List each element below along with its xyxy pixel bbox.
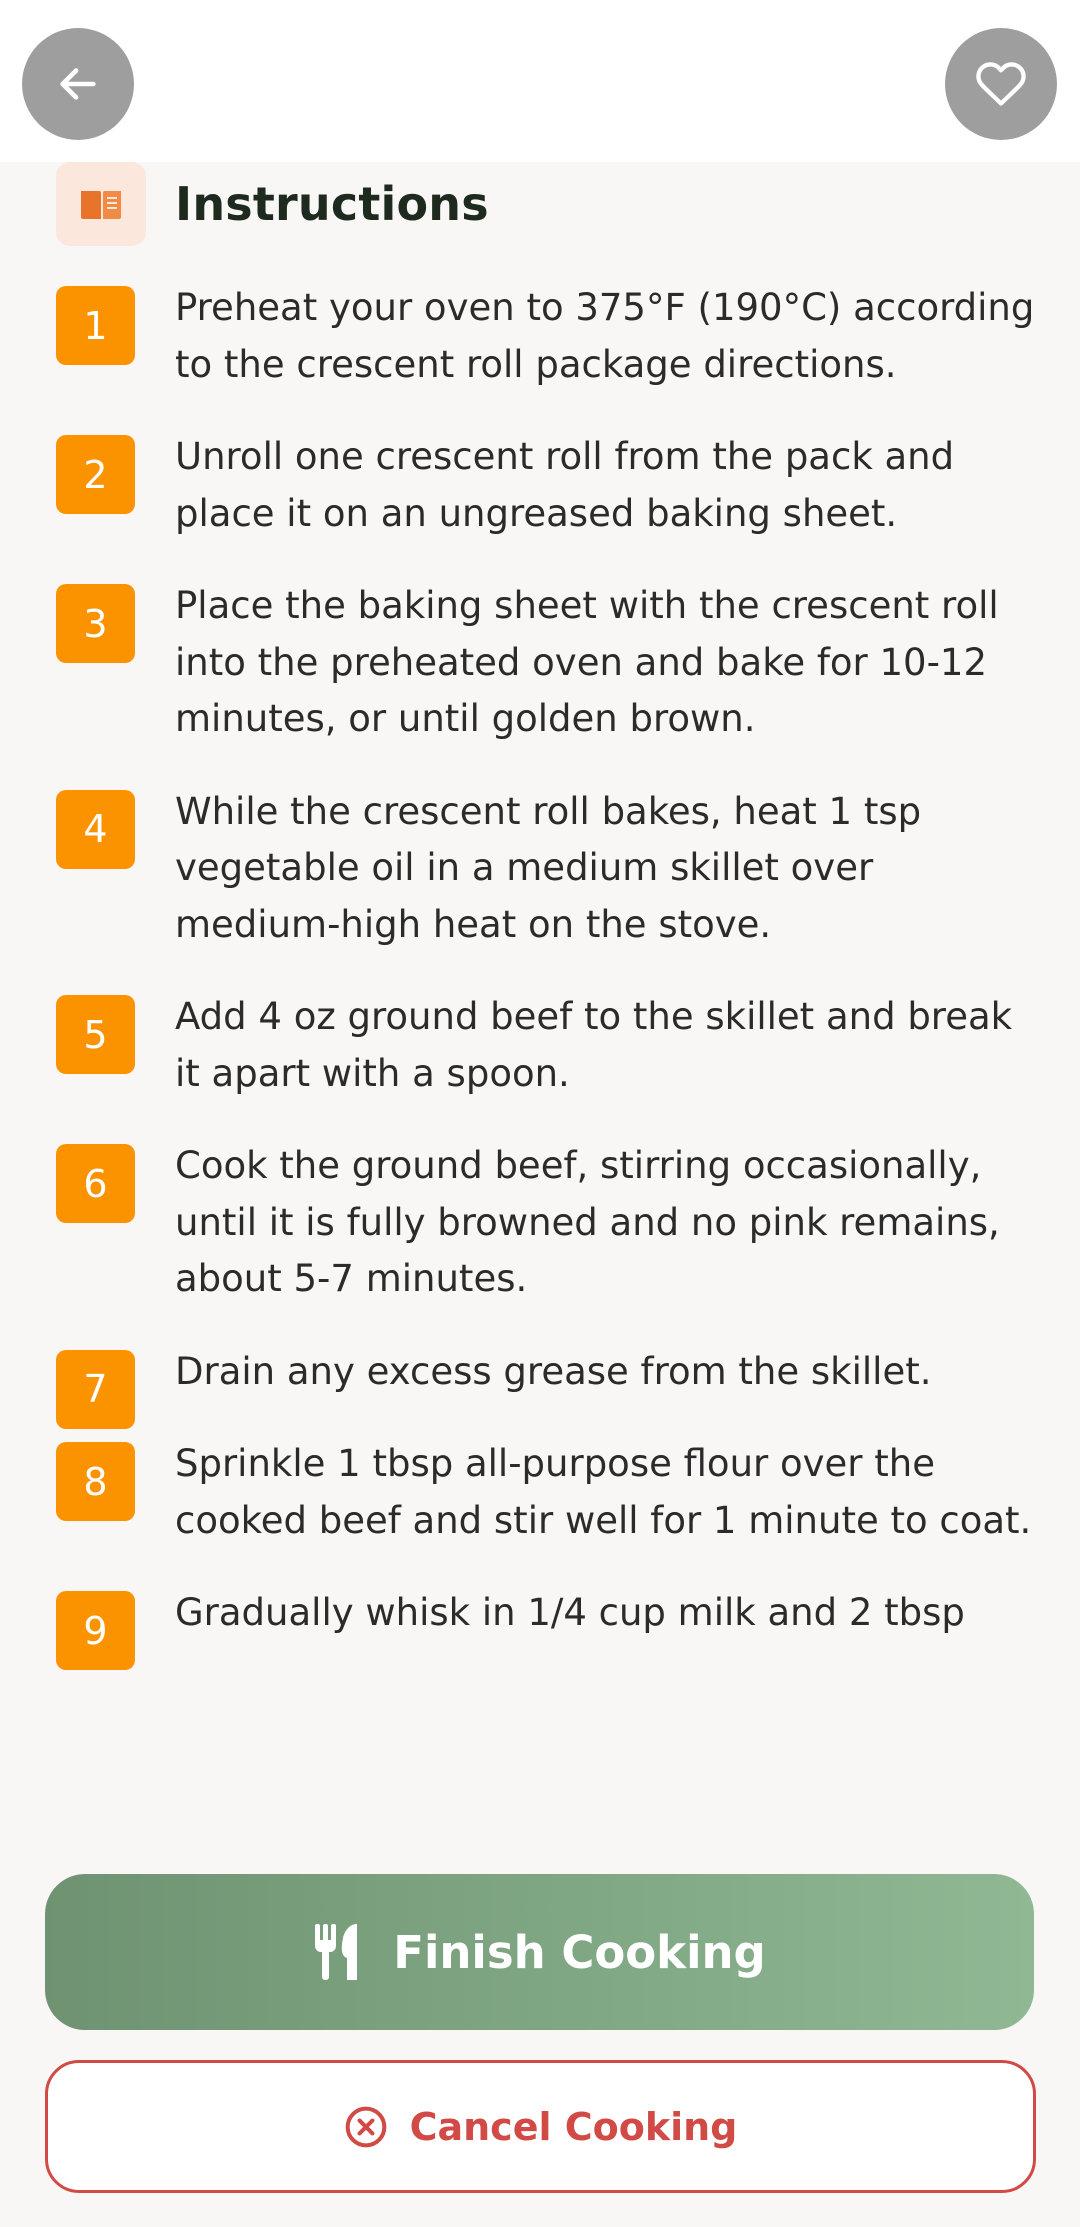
section-title: Instructions — [175, 177, 489, 231]
step-item: 8 Sprinkle 1 tbsp all-purpose flour over… — [0, 1442, 1080, 1549]
cancel-cooking-button[interactable]: Cancel Cooking — [45, 2060, 1036, 2193]
step-text: Gradually whisk in 1/4 cup milk and 2 tb… — [175, 1591, 965, 1634]
step-item: 2 Unroll one crescent roll from the pack… — [0, 435, 1080, 542]
instructions-scroll-area[interactable]: Instructions 1 Preheat your oven to 375°… — [0, 162, 1080, 1852]
step-item: 4 While the crescent roll bakes, heat 1 … — [0, 789, 1080, 954]
book-open-icon — [81, 191, 121, 219]
step-text: Drain any excess grease from the skillet… — [175, 1349, 932, 1393]
step-item: 6 Cook the ground beef, stirring occasio… — [0, 1144, 1080, 1308]
step-number: 7 — [56, 1349, 135, 1429]
step-number: 8 — [56, 1442, 135, 1521]
favorite-button[interactable] — [945, 28, 1057, 140]
step-text: Unroll one crescent roll from the pack a… — [175, 435, 955, 535]
x-circle-icon — [344, 2105, 388, 2149]
utensils-icon — [313, 1924, 363, 1980]
cancel-cooking-label: Cancel Cooking — [409, 2104, 738, 2149]
book-badge — [56, 162, 146, 246]
step-text: Preheat your oven to 375°F (190°C) accor… — [175, 286, 1035, 386]
bottom-actions: Finish Cooking Cancel Cooking — [0, 1852, 1080, 2227]
step-number: 9 — [56, 1591, 135, 1670]
step-number: 5 — [56, 995, 135, 1074]
step-number: 2 — [56, 435, 135, 514]
finish-cooking-label: Finish Cooking — [393, 1925, 766, 1979]
top-bar — [0, 0, 1080, 162]
step-text: Add 4 oz ground beef to the skillet and … — [175, 995, 1013, 1095]
back-button[interactable] — [22, 28, 134, 140]
step-item: 1 Preheat your oven to 375°F (190°C) acc… — [0, 286, 1080, 393]
arrow-left-icon — [60, 68, 96, 100]
step-text: While the crescent roll bakes, heat 1 ts… — [175, 789, 922, 946]
step-item: 3 Place the baking sheet with the cresce… — [0, 584, 1080, 748]
heart-icon — [976, 62, 1026, 106]
step-text: Sprinkle 1 tbsp all-purpose flour over t… — [175, 1442, 1032, 1542]
step-item: 7 Drain any excess grease from the skill… — [0, 1349, 1080, 1429]
step-number: 4 — [56, 789, 135, 869]
step-number: 3 — [56, 584, 135, 663]
step-item: 9 Gradually whisk in 1/4 cup milk and 2 … — [0, 1591, 1080, 1670]
step-number: 1 — [56, 286, 135, 365]
instructions-header: Instructions — [56, 162, 489, 246]
step-item: 5 Add 4 oz ground beef to the skillet an… — [0, 995, 1080, 1102]
step-text: Place the baking sheet with the crescent… — [175, 584, 999, 740]
step-number: 6 — [56, 1144, 135, 1223]
finish-cooking-button[interactable]: Finish Cooking — [45, 1874, 1034, 2030]
steps-list: 1 Preheat your oven to 375°F (190°C) acc… — [0, 286, 1080, 1684]
step-text: Cook the ground beef, stirring occasiona… — [175, 1144, 1000, 1300]
